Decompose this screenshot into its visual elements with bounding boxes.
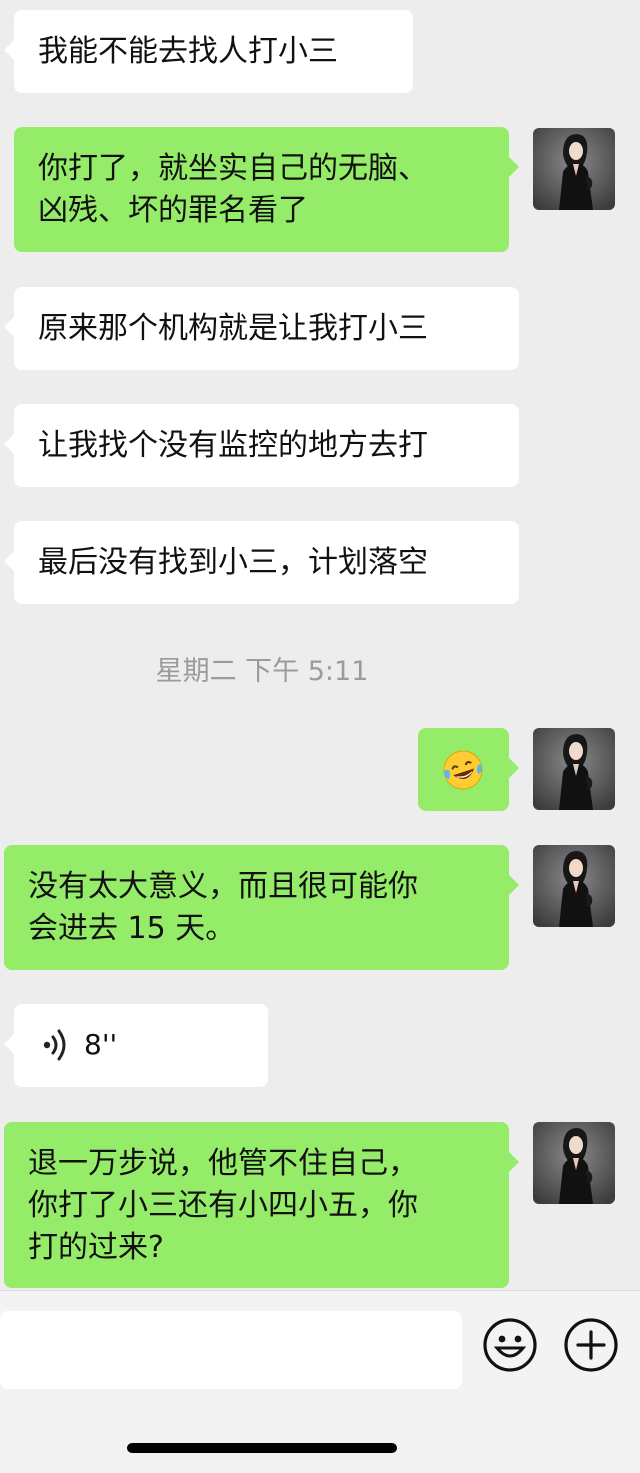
avatar[interactable] xyxy=(533,1122,615,1204)
plus-circle-icon[interactable] xyxy=(563,1317,619,1373)
smiley-face-icon[interactable] xyxy=(482,1317,538,1373)
message-bubble-incoming[interactable]: 最后没有找到小三，计划落空 xyxy=(4,521,519,604)
message-bubble-outgoing[interactable]: 退一万步说，他管不住自己， 你打了小三还有小四小五，你 打的过来? xyxy=(4,1122,519,1288)
message-bubble-outgoing[interactable]: 你打了，就坐实自己的无脑、 凶残、坏的罪名看了 xyxy=(14,127,519,252)
voice-duration: 8'' xyxy=(84,1028,118,1061)
message-bubble-outgoing[interactable] xyxy=(418,728,519,811)
laughing-crying-emoji-icon xyxy=(443,750,483,790)
message-bubble-incoming[interactable]: 我能不能去找人打小三 xyxy=(4,10,413,93)
home-indicator xyxy=(127,1443,397,1453)
message-bubble-incoming[interactable]: 让我找个没有监控的地方去打 xyxy=(4,404,519,487)
voice-message-bubble[interactable]: 8'' xyxy=(4,1004,268,1087)
avatar[interactable] xyxy=(533,845,615,927)
message-input[interactable] xyxy=(0,1311,462,1389)
input-bar xyxy=(0,1290,640,1473)
avatar[interactable] xyxy=(533,728,615,810)
chat-timestamp: 星期二 下午 5:11 xyxy=(155,656,369,687)
avatar[interactable] xyxy=(533,128,615,210)
voice-wave-icon xyxy=(43,1029,66,1061)
message-bubble-outgoing[interactable]: 没有太大意义，而且很可能你 会进去 15 天。 xyxy=(4,845,519,970)
message-bubble-incoming[interactable]: 原来那个机构就是让我打小三 xyxy=(4,287,519,370)
